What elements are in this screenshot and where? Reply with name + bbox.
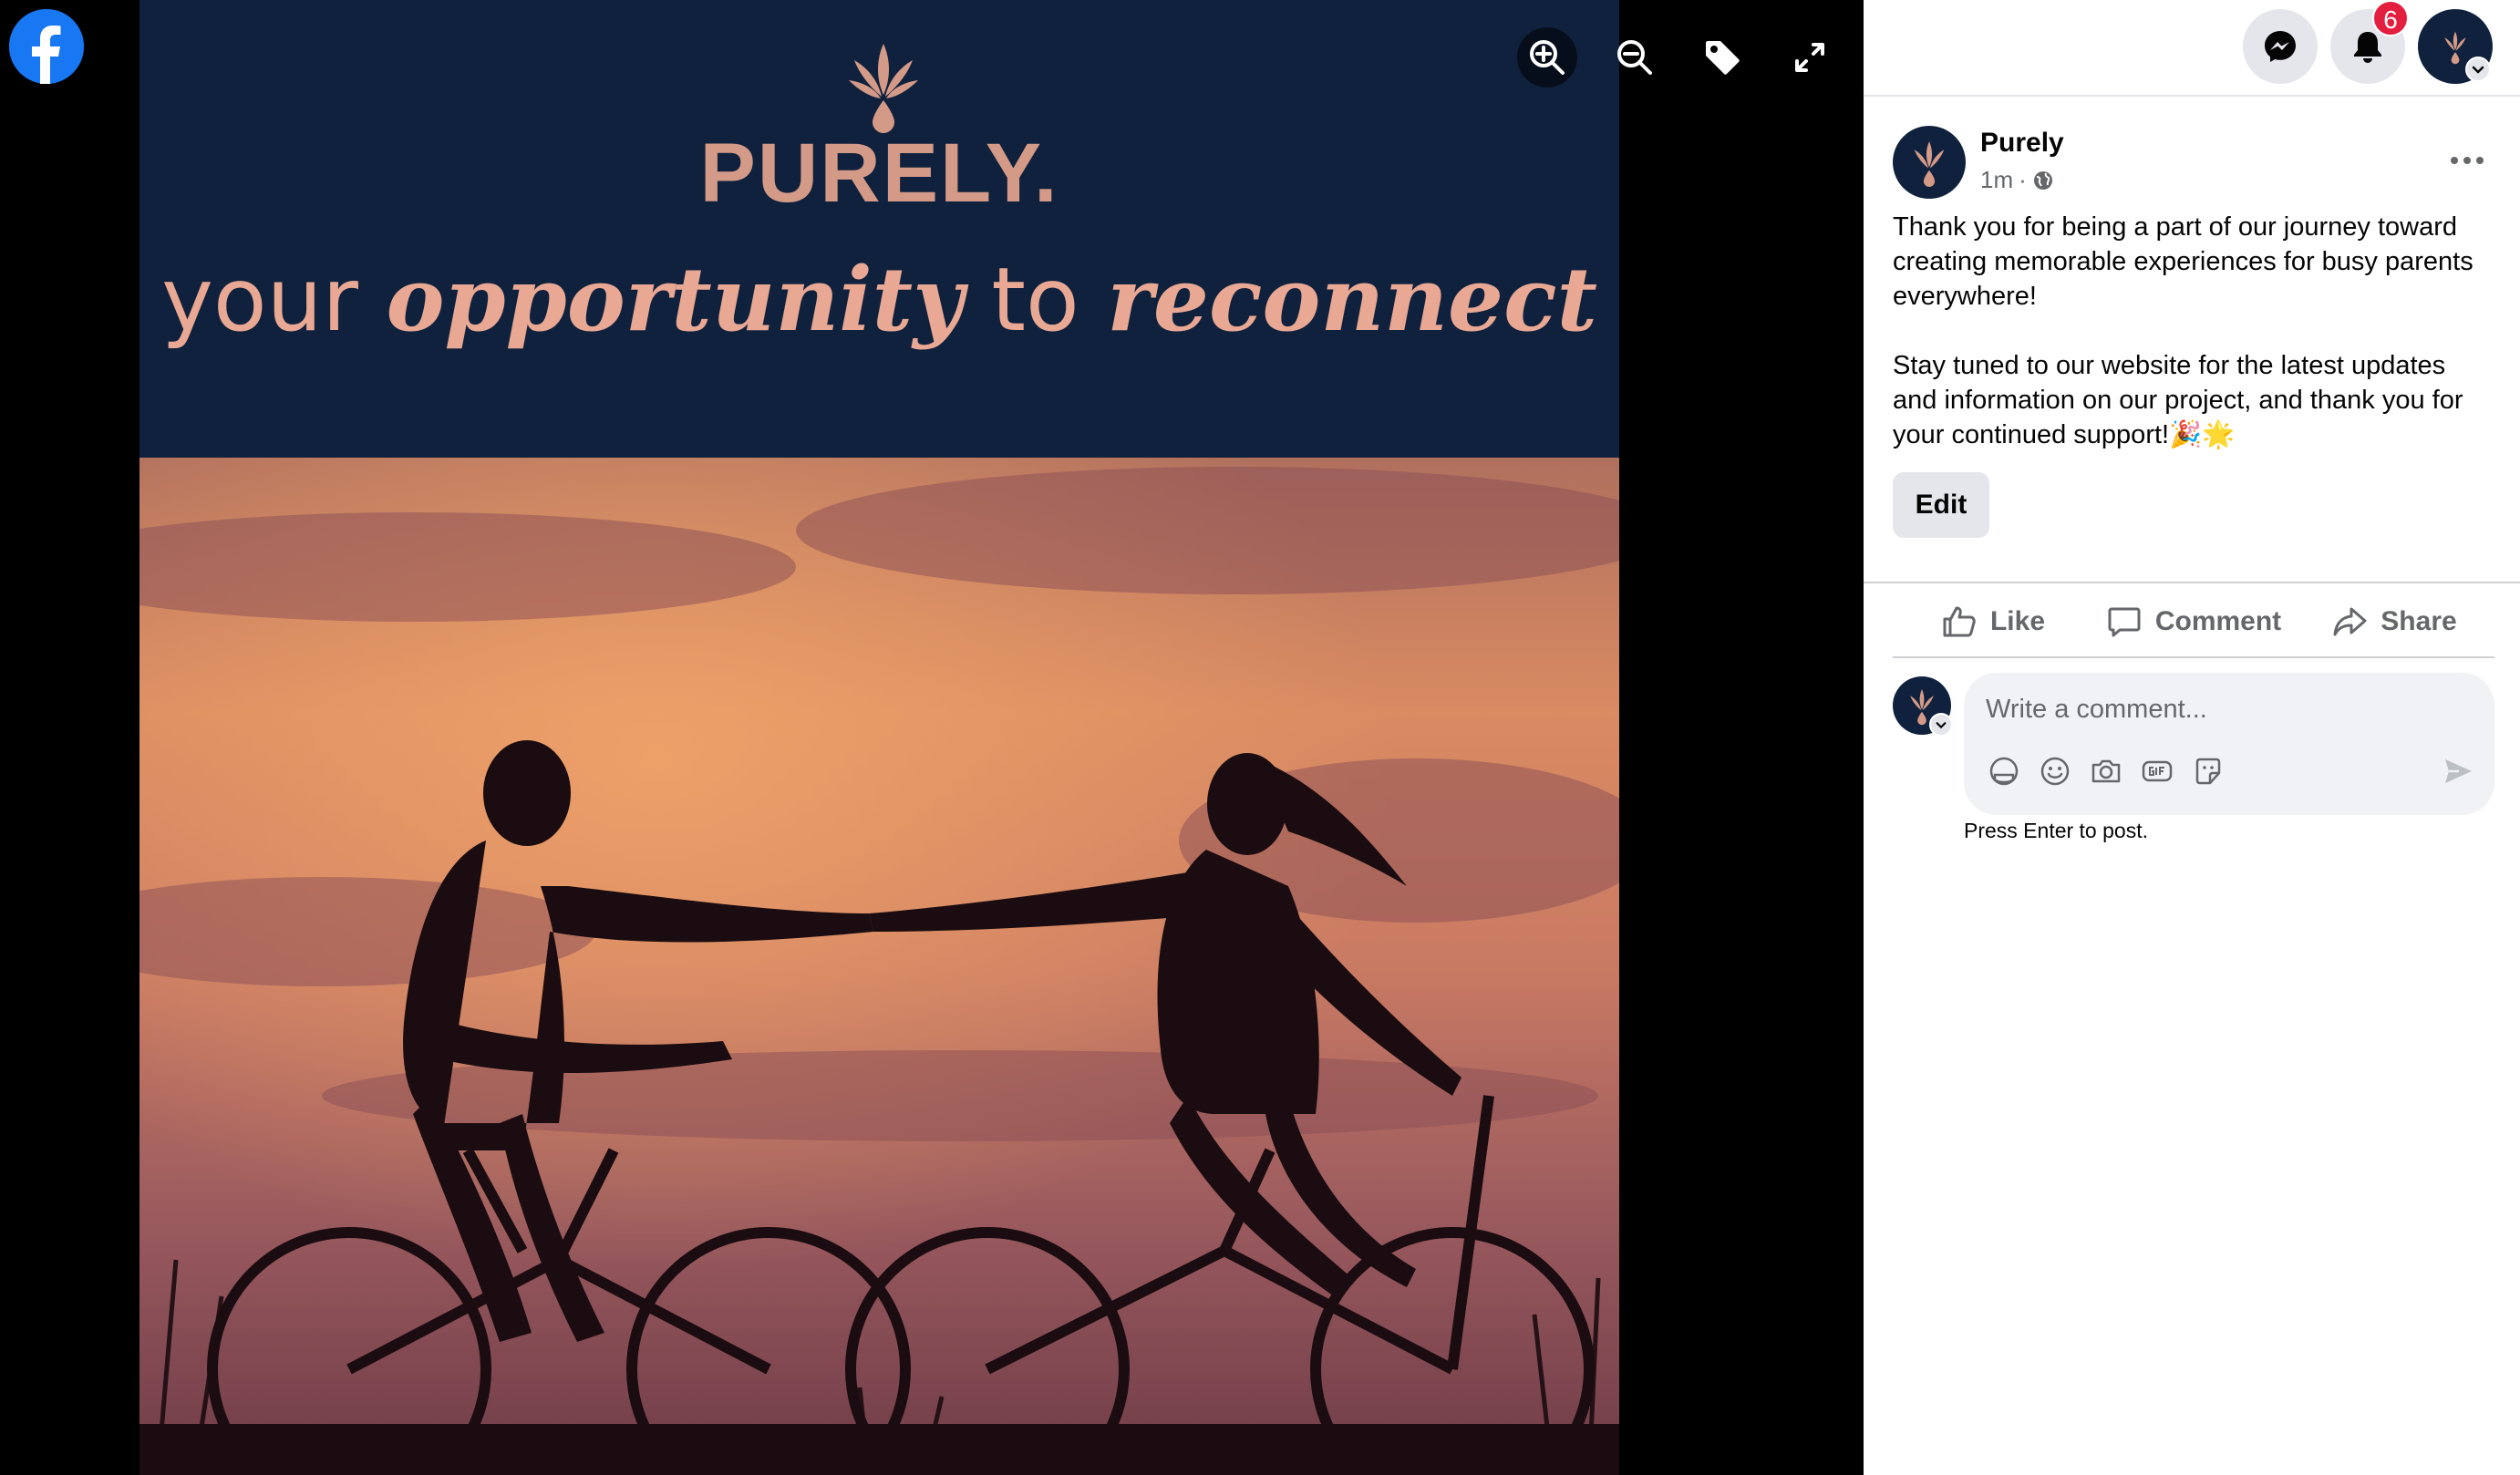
messenger-button[interactable]	[2243, 9, 2318, 84]
send-icon	[2445, 759, 2472, 783]
zoom-out-icon	[1617, 40, 1652, 75]
comment-input[interactable]	[1986, 684, 2460, 735]
comment-label: Comment	[2154, 606, 2282, 636]
tag-icon	[1706, 41, 1740, 75]
meta-separator: ·	[2019, 166, 2027, 193]
comment-composer	[1964, 673, 2494, 815]
tagline-part: your	[161, 249, 387, 351]
emoji-icon	[2040, 757, 2070, 786]
send-comment-button[interactable]	[2438, 751, 2478, 791]
top-bar: 6	[1864, 0, 2520, 97]
post-paragraph: Stay tuned to our website for the latest…	[1893, 351, 2463, 449]
edit-button[interactable]: Edit	[1893, 472, 1989, 538]
fullscreen-button[interactable]	[1780, 27, 1840, 88]
messenger-icon	[2265, 31, 2296, 62]
share-button[interactable]: Share	[2294, 589, 2494, 655]
avatar-sticker-icon	[1989, 757, 2019, 786]
camera-icon	[2091, 759, 2121, 783]
share-icon	[2333, 607, 2367, 636]
post-body: Thank you for being a part of our journe…	[1893, 210, 2494, 452]
post-paragraph: Thank you for being a part of our journe…	[1893, 212, 2474, 311]
comment-icon	[2108, 607, 2141, 637]
gif-icon	[2142, 760, 2173, 782]
divider	[1864, 582, 2520, 583]
gif-button[interactable]	[2139, 753, 2175, 789]
facebook-logo-icon[interactable]	[9, 9, 84, 84]
chevron-down-icon[interactable]	[2465, 57, 2491, 82]
more-horizontal-icon	[2451, 157, 2484, 164]
sticker-icon	[2195, 758, 2221, 785]
avatar-sticker-button[interactable]	[1986, 753, 2022, 789]
tag-photo-button[interactable]	[1692, 27, 1752, 88]
sticker-button[interactable]	[2190, 753, 2226, 789]
photo-banner: PURELY. your opportunity to reconnect	[139, 0, 1619, 458]
like-button[interactable]: Like	[1893, 589, 2093, 655]
post-panel: 6 Purely 1m · Thank you for being a part…	[1864, 0, 2520, 1475]
globe-icon[interactable]	[2032, 170, 2054, 191]
purely-logo-icon	[1914, 141, 1945, 187]
purely-logo-icon	[849, 44, 918, 133]
more-options-button[interactable]	[2440, 133, 2494, 188]
emoji-button[interactable]	[2037, 753, 2073, 789]
share-label: Share	[2381, 606, 2457, 636]
photo-button[interactable]	[2088, 753, 2124, 789]
press-enter-hint: Press Enter to post.	[1964, 819, 2148, 842]
zoom-in-button[interactable]	[1517, 27, 1577, 88]
photo-tagline: your opportunity to reconnect	[139, 248, 1619, 351]
comment-button[interactable]: Comment	[2093, 589, 2294, 655]
tagline-part: to	[963, 249, 1108, 351]
avatar[interactable]	[1893, 126, 1966, 199]
post-author-name[interactable]: Purely	[1980, 128, 2064, 159]
thumbs-up-icon	[1943, 606, 1976, 637]
like-label: Like	[1989, 606, 2046, 636]
post-header: Purely 1m ·	[1893, 126, 2494, 201]
post-meta: 1m ·	[1980, 166, 2054, 194]
chevron-down-icon[interactable]	[1929, 713, 1953, 737]
tagline-part: reconnect	[1107, 248, 1597, 351]
photo-viewer: PURELY. your opportunity to reconnect	[0, 0, 1864, 1475]
tagline-part: opportunity	[386, 248, 964, 351]
zoom-in-icon	[1530, 40, 1565, 75]
post-actions: Like Comment Share	[1893, 589, 2494, 655]
post-photo[interactable]: PURELY. your opportunity to reconnect	[139, 0, 1619, 1475]
comment-tools	[1986, 753, 2226, 793]
post-time[interactable]: 1m	[1980, 166, 2013, 194]
purely-logo-icon	[2444, 31, 2466, 65]
fullscreen-icon	[1795, 43, 1824, 72]
zoom-out-button[interactable]	[1605, 27, 1665, 88]
sunset-cyclists-image	[139, 458, 1619, 1475]
divider	[1893, 656, 2494, 658]
notification-count-badge: 6	[2372, 0, 2409, 36]
brand-name: PURELY.	[699, 127, 1059, 220]
